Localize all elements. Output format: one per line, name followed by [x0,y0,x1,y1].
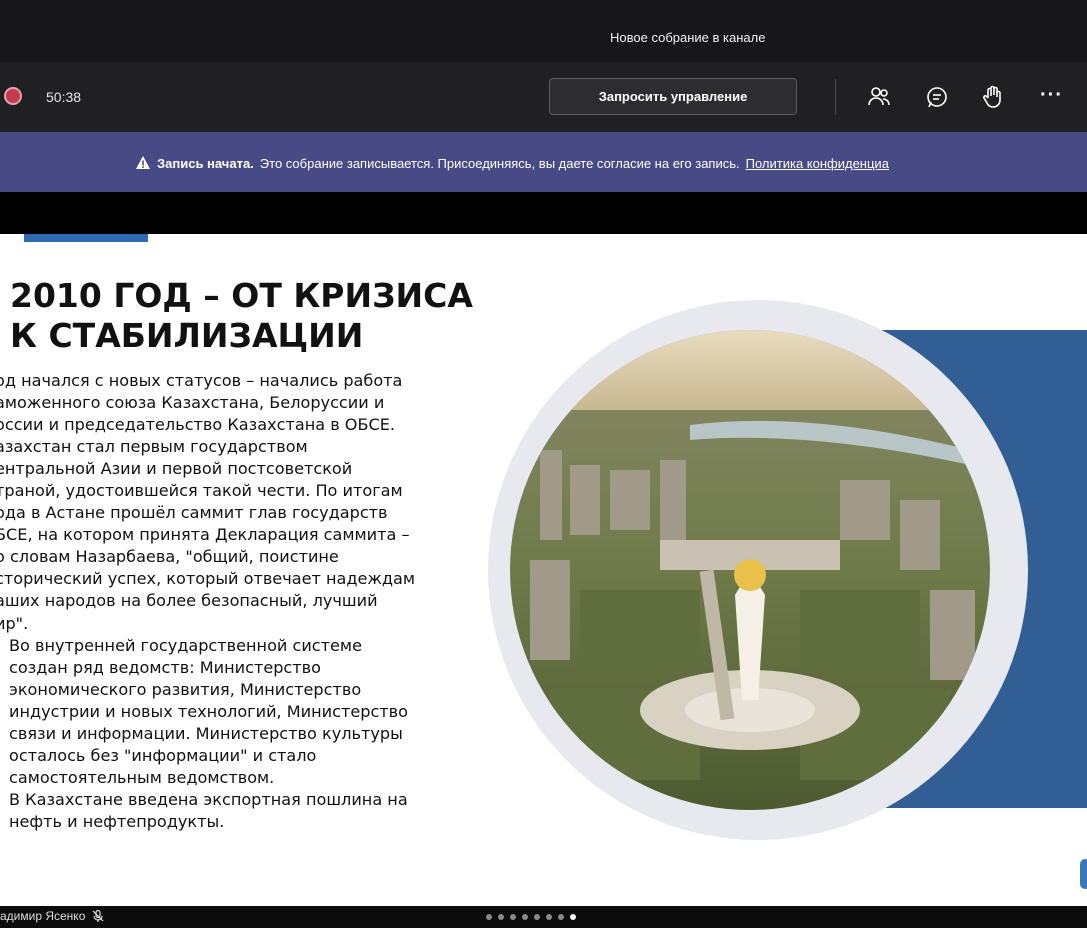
more-icon[interactable]: ··· [1040,84,1063,107]
slide-text-line: осталось без "информации" и стало [9,745,317,765]
slide-dot[interactable] [546,914,552,920]
slide-title: 2010 ГОД – ОТ КРИЗИСА К СТАБИЛИЗАЦИИ [10,276,473,355]
slide-text-line: Во внутренней государственной системе [9,635,362,655]
request-control-button[interactable]: Запросить управление [549,78,797,115]
slide-text-line: азахстан стал первым государством [0,437,308,457]
slide-text-line: ентральной Азии и первой постсоветской [0,459,353,479]
slide-text-line: оссии и председательство Казахстана в ОБ… [0,415,396,435]
slide-paragraph-1: од начался с новых статусов – начались р… [0,370,470,635]
shared-slide: 2010 ГОД – ОТ КРИЗИСА К СТАБИЛИЗАЦИИ од … [0,234,1087,906]
recording-banner: Запись начата. Это собрание записывается… [0,132,1087,192]
slide-text-line: БСЕ, на котором принята Декларация самми… [0,525,410,545]
warning-icon [136,156,150,169]
slide-pager [486,914,576,920]
stage-gap [0,192,1087,234]
slide-text-line: сторический успех, который отвечает наде… [0,569,416,589]
slide-dot[interactable] [558,914,564,920]
slide-text-line: ода в Астане прошёл саммит глав государс… [0,503,388,523]
raise-hand-icon[interactable] [980,84,1006,110]
slide-text-line: индустрии и новых технологий, Министерст… [9,701,409,721]
toolbar-divider [835,79,836,115]
bottom-bar: адимир Ясенко [0,906,1087,928]
slide-dot[interactable] [498,914,504,920]
privacy-policy-link[interactable]: Политика конфиденциа [746,156,889,171]
slide-text-line: экономического развития, Министерство [9,679,362,699]
slide-accent-bar [24,234,148,242]
slide-paragraph-2: Во внутренней государственной системе соз… [0,635,470,833]
meeting-title: Новое собрание в канале [610,30,766,45]
slide-text-line: траной, удостоившейся такой чести. По ит… [0,481,403,501]
mic-off-icon [92,909,104,922]
slide-text-line: самостоятельным ведомством. [9,767,275,787]
slide-text-line: од начался с новых статусов – начались р… [0,371,403,390]
people-icon[interactable] [866,84,892,110]
presenter-name: адимир Ясенко [0,909,86,923]
chat-icon[interactable] [924,84,950,110]
slide-text-line: связи и информации. Министерство культур… [9,723,403,743]
slide-dot[interactable] [522,914,528,920]
recording-indicator-icon [4,87,22,105]
slide-text-line: нефть и нефтепродукты. [9,811,225,831]
slide-text-line: ир". [0,613,29,633]
slide-body: од начался с новых статусов – начались р… [0,370,470,833]
meeting-timer: 50:38 [46,89,82,105]
window-titlebar: Новое собрание в канале [0,0,1087,62]
banner-strong: Запись начата. [157,155,254,171]
slide-edge-marker [1080,859,1087,889]
slide-dot[interactable] [534,914,540,920]
slide-dot[interactable] [510,914,516,920]
slide-dot[interactable] [486,914,492,920]
slide-text-line: о словам Назарбаева, "общий, поистине [0,547,339,567]
presenter-label: адимир Ясенко [0,909,105,923]
slide-dot[interactable] [570,914,576,920]
slide-text-line: аших народов на более безопасный, лучший [0,591,378,611]
banner-text: Это собрание записывается. Присоединяясь… [259,155,740,171]
slide-text-line: аможенного союза Казахстана, Белоруссии … [0,393,385,413]
slide-text-line: В Казахстане введена экспортная пошлина … [9,789,408,809]
slide-text-line: создан ряд ведомств: Министерство [9,657,321,677]
astana-photo [510,330,990,810]
